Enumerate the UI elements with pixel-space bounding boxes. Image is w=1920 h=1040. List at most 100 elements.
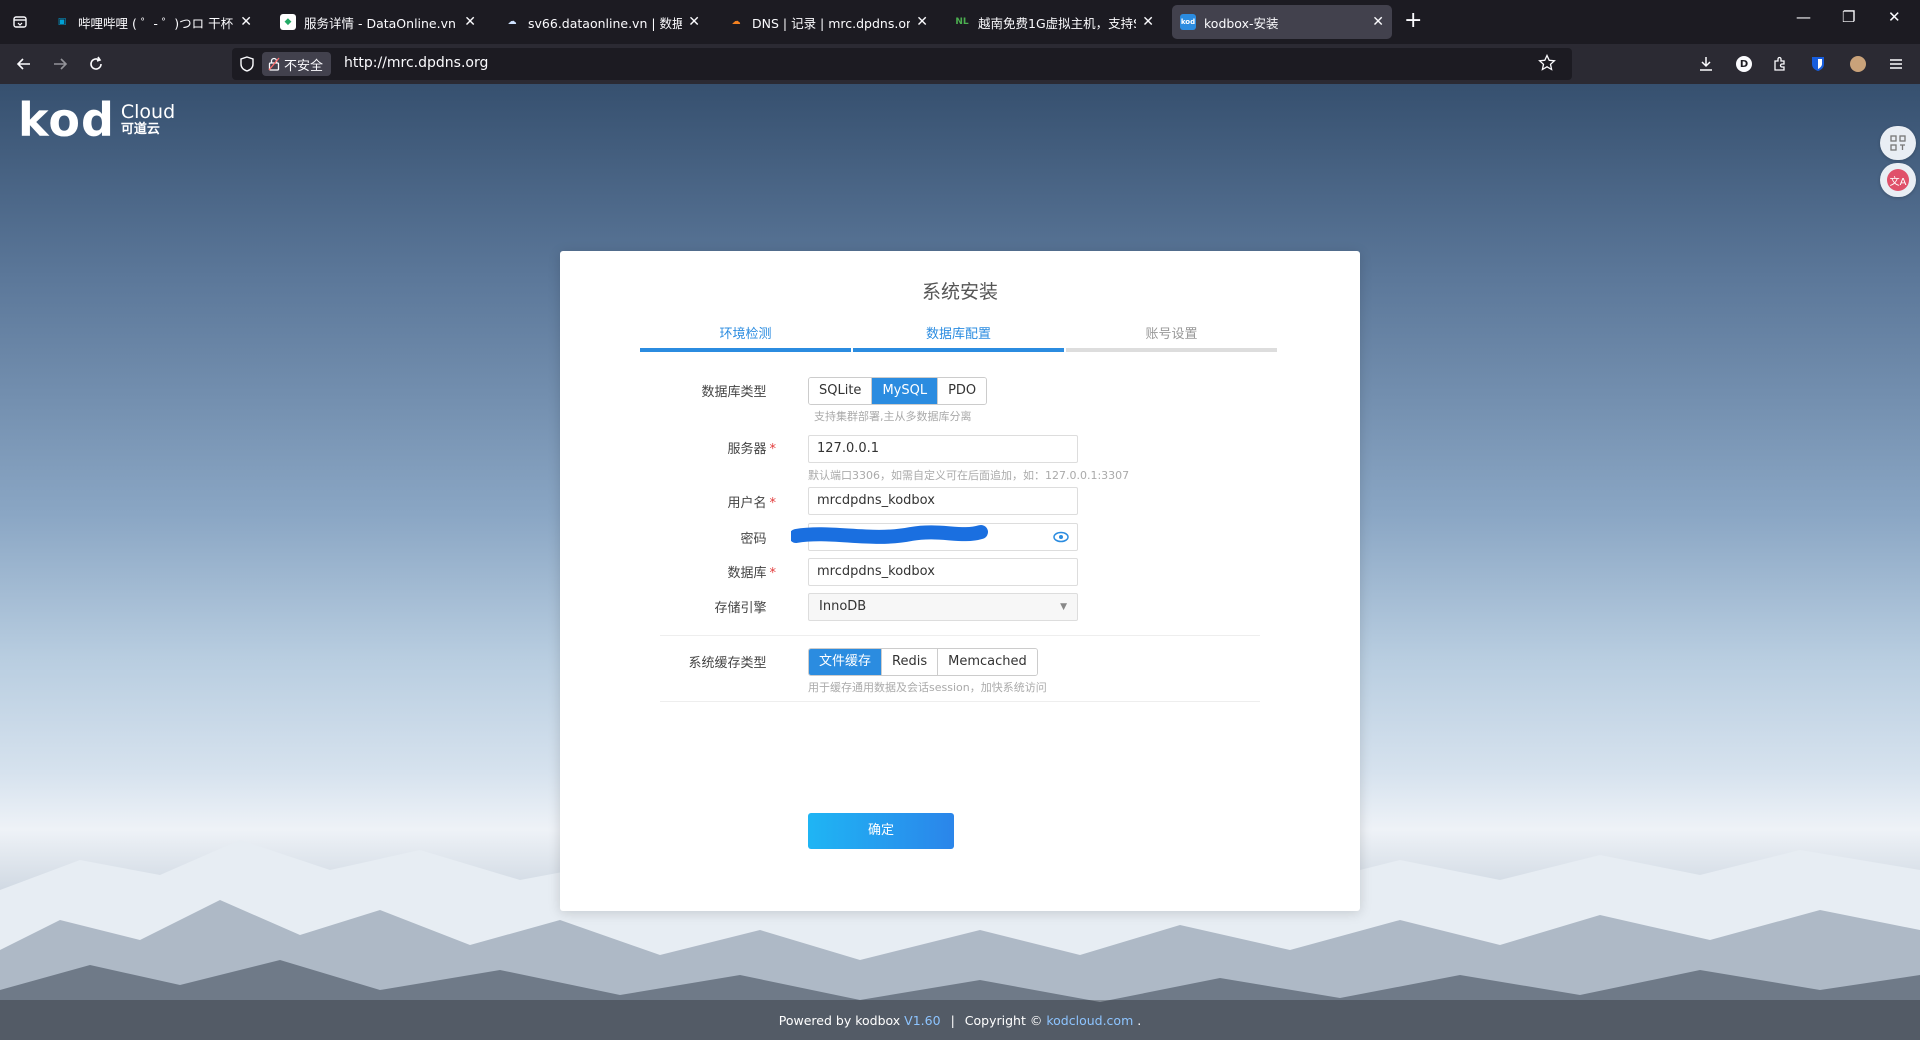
close-tab-icon[interactable]: ✕ (916, 14, 928, 30)
bilibili-favicon-icon: ▣ (57, 17, 67, 27)
insecure-label: 不安全 (284, 58, 324, 74)
cache-option-file[interactable]: 文件缓存 (809, 649, 883, 675)
step-db-config: 数据库配置 (853, 323, 1064, 352)
tab-title: 哔哩哔哩 ( ゜- ゜)つロ 干杯~-bili (78, 15, 234, 31)
close-tab-icon[interactable]: ✕ (464, 14, 476, 30)
browser-tab[interactable]: ☁ sv66.dataonline.vn | 数据库 -- ✕ (496, 5, 708, 39)
step-label: 账号设置 (1145, 327, 1198, 342)
download-icon[interactable] (1694, 52, 1718, 76)
tab-title: sv66.dataonline.vn | 数据库 -- (528, 15, 683, 31)
profile-d-icon[interactable]: D (1732, 52, 1756, 76)
divider (660, 701, 1260, 702)
window-close-icon[interactable]: ✕ (1888, 8, 1901, 26)
shield-icon[interactable] (240, 56, 254, 76)
logo-cn-text: 可道云 (120, 122, 160, 137)
cloud-favicon-icon: ☁ (507, 17, 517, 27)
server-label: 服务器 * (727, 442, 776, 457)
server-hint: 默认端口3306，如需自定义可在后面追加，如：127.0.0.1:3307 (808, 469, 1130, 482)
browser-nav-bar: 不安全 http://mrc.dpdns.org D (0, 44, 1920, 84)
kodcloud-logo[interactable]: kod Cloud 可道云 (18, 93, 176, 147)
minimize-icon[interactable]: — (1796, 8, 1811, 26)
copyright-text: Copyright © (964, 1012, 1043, 1028)
install-title: 系统安装 (921, 281, 998, 303)
install-card: 系统安装 环境检测 数据库配置 账号设置 数据库类型* SQLite MySQL… (560, 251, 1360, 911)
db-type-selector: SQLite MySQL PDO (808, 377, 988, 405)
step-progress-bar (1066, 348, 1277, 352)
tab-title: 越南免费1G虚拟主机，支持SSl (978, 15, 1137, 31)
cache-type-selector: 文件缓存 Redis Memcached (808, 648, 1038, 676)
database-label: 数据库 * (727, 566, 776, 581)
url-bar[interactable]: 不安全 http://mrc.dpdns.org (232, 48, 1572, 80)
tab-list-icon[interactable] (8, 10, 32, 34)
bookmark-star-icon[interactable] (1538, 53, 1556, 76)
browser-tab[interactable]: ☁ DNS | 记录 | mrc.dpdns.org | ✕ (720, 5, 936, 39)
browser-tab-active[interactable]: kod kodbox-安装 ✕ (1172, 5, 1392, 39)
kodbox-favicon-icon: kod (1180, 14, 1196, 30)
password-input[interactable] (791, 523, 1078, 551)
step-account-settings: 账号设置 (1066, 323, 1277, 352)
engine-value: InnoDB (819, 599, 867, 614)
cache-type-label: 系统缓存类型* (688, 656, 767, 671)
browser-tab-bar: ▣ 哔哩哔哩 ( ゜- ゜)つロ 干杯~-bili ✕ ◆ 服务详情 - Dat… (0, 0, 1920, 44)
tab-title: kodbox-安装 (1204, 15, 1279, 31)
back-icon[interactable] (12, 52, 36, 76)
chevron-down-icon: ▼ (1060, 602, 1067, 612)
db-type-option-sqlite[interactable]: SQLite (809, 378, 873, 404)
db-type-option-mysql[interactable]: MySQL (872, 378, 939, 404)
cache-type-hint: 用于缓存通用数据及会话session，加快系统访问 (808, 681, 1047, 694)
lock-slash-icon (268, 57, 280, 71)
browser-tab[interactable]: NL 越南免费1G虚拟主机，支持SSl ✕ (946, 5, 1162, 39)
forward-icon[interactable] (48, 52, 72, 76)
logo-cloud-text: Cloud (120, 101, 176, 123)
kodcloud-link[interactable]: kodcloud.com (1046, 1013, 1133, 1028)
cache-option-memcached[interactable]: Memcached (938, 649, 1037, 675)
extensions-puzzle-icon[interactable] (1768, 52, 1792, 76)
reload-icon[interactable] (84, 52, 108, 76)
step-label: 数据库配置 (925, 327, 991, 342)
db-type-label: 数据库类型* (701, 385, 767, 400)
extension-avatar-icon[interactable] (1846, 52, 1870, 76)
step-progress-bar (640, 348, 851, 352)
insecure-badge[interactable]: 不安全 (262, 52, 332, 76)
page-background: kod Cloud 可道云 文A 系统安装 环境检测 数据库配置 账号设置 数据… (0, 84, 1920, 1040)
password-label: 密码* (740, 532, 767, 547)
step-env-check: 环境检测 (640, 323, 851, 352)
database-input[interactable]: mrcdpdns_kodbox (808, 558, 1078, 586)
close-tab-icon[interactable]: ✕ (688, 14, 700, 30)
restore-icon[interactable]: ❐ (1842, 8, 1855, 26)
step-label: 环境检测 (719, 327, 772, 342)
nl-favicon-icon: NL (955, 17, 969, 27)
confirm-button[interactable]: 确定 (808, 813, 954, 849)
logo-kod-text: kod (18, 93, 115, 147)
footer-separator: | (950, 1012, 955, 1028)
username-input[interactable]: mrcdpdns_kodbox (808, 487, 1078, 515)
db-type-hint: 支持集群部署,主从多数据库分离 (814, 410, 972, 423)
qr-code-icon[interactable] (1880, 126, 1916, 160)
close-tab-icon[interactable]: ✕ (1142, 14, 1154, 30)
menu-hamburger-icon[interactable] (1884, 52, 1908, 76)
translate-icon[interactable]: 文A (1880, 163, 1916, 197)
redaction-scribble (791, 525, 988, 544)
bitwarden-shield-icon[interactable] (1806, 52, 1830, 76)
url-text[interactable]: http://mrc.dpdns.org (344, 55, 488, 71)
powered-by-text: Powered by kodbox (778, 1012, 901, 1028)
cloudflare-favicon-icon: ☁ (731, 17, 741, 27)
db-type-option-pdo[interactable]: PDO (938, 378, 987, 404)
version-link[interactable]: V1.60 (904, 1013, 940, 1028)
dataonline-favicon-icon: ◆ (280, 14, 296, 30)
browser-tab[interactable]: ▣ 哔哩哔哩 ( ゜- ゜)つロ 干杯~-bili ✕ (46, 5, 260, 39)
engine-select[interactable]: InnoDB ▼ (808, 593, 1078, 621)
browser-tab[interactable]: ◆ 服务详情 - DataOnline.vn | Ol ✕ (272, 5, 484, 39)
close-tab-icon[interactable]: ✕ (240, 14, 252, 30)
server-input[interactable]: 127.0.0.1 (808, 435, 1078, 463)
new-tab-icon[interactable]: + (1404, 8, 1422, 33)
step-progress-bar (853, 348, 1064, 352)
cache-option-redis[interactable]: Redis (882, 649, 939, 675)
close-tab-icon[interactable]: ✕ (1372, 14, 1384, 30)
tab-title: DNS | 记录 | mrc.dpdns.org | (752, 15, 911, 31)
show-password-eye-icon[interactable] (1053, 529, 1069, 545)
tab-title: 服务详情 - DataOnline.vn | Ol (304, 15, 458, 31)
footer-period: . (1137, 1012, 1142, 1028)
divider (660, 635, 1260, 636)
engine-label: 存储引擎* (714, 601, 767, 616)
